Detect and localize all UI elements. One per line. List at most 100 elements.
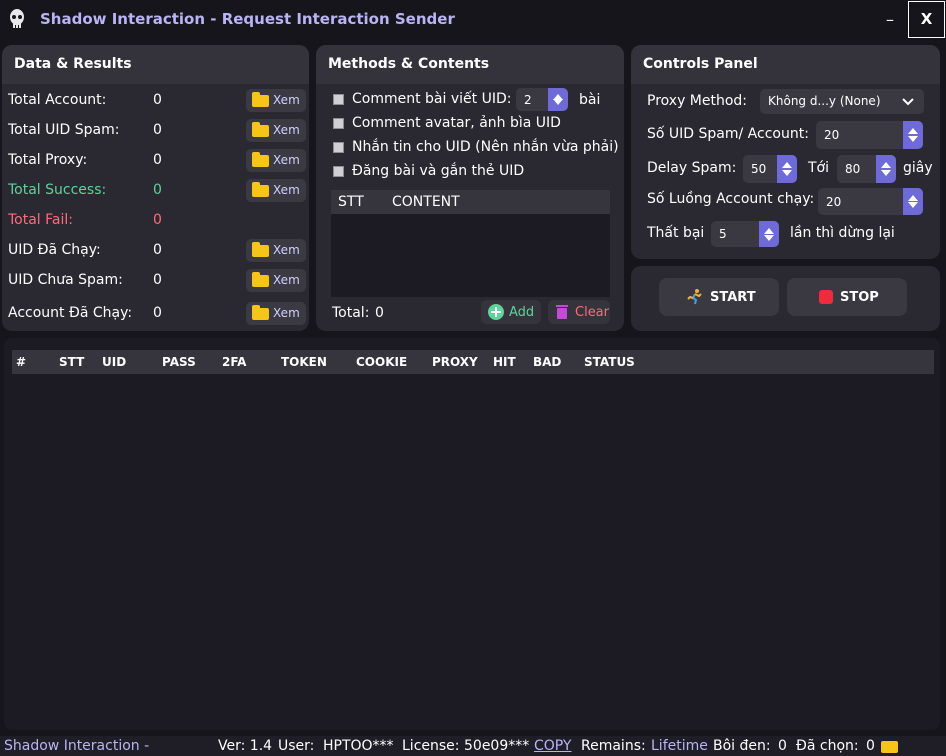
grid-col-stt[interactable]: STT <box>59 355 84 369</box>
view-uid-da-chay-button[interactable]: Xem <box>246 239 306 262</box>
post-unit-label: bài <box>579 92 601 108</box>
grid-col-uid[interactable]: UID <box>102 355 126 369</box>
delay-to-value: 80 <box>845 162 861 176</box>
folder-icon[interactable] <box>881 741 898 753</box>
grid-col-proxy[interactable]: PROXY <box>432 355 478 369</box>
status-selected-label: Đã chọn: <box>796 738 859 754</box>
start-label: START <box>710 290 756 305</box>
view-total-account-button[interactable]: Xem <box>246 89 306 112</box>
stat-label: Account Đã Chạy: <box>8 305 133 321</box>
threads-value: 20 <box>826 194 842 209</box>
message-uid-checkbox[interactable] <box>333 142 344 153</box>
grid-col-2fa[interactable]: 2FA <box>222 355 246 369</box>
view-label: Xem <box>273 243 300 257</box>
grid-col-pass[interactable]: PASS <box>162 355 196 369</box>
threads-stepper[interactable]: 20 <box>818 188 923 215</box>
status-user-label: User: <box>278 738 315 754</box>
fail-label: Thất bại <box>647 225 705 241</box>
grid-header: # STT UID PASS 2FA TOKEN COOKIE PROXY HI… <box>12 350 934 374</box>
status-user-value: HPTOO*** <box>323 738 394 754</box>
delay-to-stepper[interactable]: 80 <box>837 155 896 183</box>
grid-col-bad[interactable]: BAD <box>533 355 561 369</box>
comment-avatar-checkbox[interactable] <box>333 118 344 129</box>
post-count-value: 2 <box>524 92 532 107</box>
stepper-arrows[interactable] <box>759 221 779 247</box>
add-content-button[interactable]: Add <box>481 300 541 324</box>
content-col-content: CONTENT <box>392 194 460 210</box>
stat-value: 0 <box>153 305 162 321</box>
proxy-method-select[interactable]: Không d...y (None) <box>760 89 924 114</box>
post-count-stepper[interactable]: 2 <box>516 88 568 111</box>
post-tag-label: Đăng bài và gắn thẻ UID <box>352 163 525 179</box>
post-tag-checkbox[interactable] <box>333 166 344 177</box>
status-bar: Shadow Interaction - Ver: 1.4 User: HPTO… <box>0 736 946 756</box>
folder-icon <box>252 272 269 287</box>
grid-col-hit[interactable]: HIT <box>493 355 516 369</box>
data-results-title: Data & Results <box>2 45 309 84</box>
folder-icon <box>252 92 269 107</box>
uid-per-account-stepper[interactable]: 20 <box>816 121 923 149</box>
skull-icon <box>10 9 24 28</box>
chevron-up-icon <box>881 162 891 168</box>
chevron-up-icon <box>782 162 792 168</box>
start-button[interactable]: START <box>659 278 779 316</box>
chevron-down-icon <box>782 170 792 176</box>
stepper-arrows[interactable] <box>548 88 568 111</box>
content-table[interactable]: STT CONTENT <box>331 190 610 297</box>
folder-icon <box>252 122 269 137</box>
delay-to-label: Tới <box>808 160 830 176</box>
stat-value: 0 <box>153 272 162 288</box>
minimize-button[interactable]: – <box>876 6 904 34</box>
status-version: Ver: 1.4 <box>218 738 273 754</box>
view-uid-chua-spam-button[interactable]: Xem <box>246 269 306 292</box>
clear-label: Clear <box>575 305 609 320</box>
view-total-proxy-button[interactable]: Xem <box>246 149 306 172</box>
close-button[interactable]: X <box>908 1 945 38</box>
view-total-success-button[interactable]: Xem <box>246 179 306 202</box>
status-app-name: Shadow Interaction - <box>4 738 150 754</box>
stepper-arrows[interactable] <box>876 155 896 183</box>
message-uid-label: Nhắn tin cho UID (Nên nhắn vừa phải) <box>352 139 619 155</box>
content-col-stt: STT <box>338 194 364 210</box>
delay-from-stepper[interactable]: 50 <box>743 155 797 183</box>
comment-post-checkbox[interactable] <box>333 94 344 105</box>
grid-col-cookie[interactable]: COOKIE <box>356 355 407 369</box>
delay-unit-label: giây <box>903 160 933 176</box>
proxy-method-label: Proxy Method: <box>647 93 748 109</box>
view-label: Xem <box>273 183 300 197</box>
folder-icon <box>252 305 269 320</box>
title-bar: Shadow Interaction - Request Interaction… <box>0 0 946 40</box>
copy-license-link[interactable]: COPY <box>534 738 571 754</box>
stepper-arrows[interactable] <box>903 188 923 215</box>
status-remains-label: Remains: <box>581 738 646 754</box>
view-account-da-chay-button[interactable]: Xem <box>246 302 306 325</box>
clear-content-button[interactable]: Clear <box>548 300 610 324</box>
delay-label: Delay Spam: <box>647 160 737 176</box>
folder-icon <box>252 152 269 167</box>
accounts-grid[interactable]: # STT UID PASS 2FA TOKEN COOKIE PROXY HI… <box>4 338 940 730</box>
grid-col-index[interactable]: # <box>16 355 26 369</box>
chevron-up-icon <box>764 227 774 234</box>
content-table-header: STT CONTENT <box>331 190 610 214</box>
view-label: Xem <box>273 93 300 107</box>
status-blacklist-value: 0 <box>778 738 787 754</box>
stop-button[interactable]: STOP <box>787 278 907 316</box>
stepper-arrows[interactable] <box>903 121 923 149</box>
stepper-arrows[interactable] <box>777 155 797 183</box>
stat-value: 0 <box>153 92 162 108</box>
uid-per-account-label: Số UID Spam/ Account: <box>647 126 809 142</box>
fail-limit-value: 5 <box>719 227 727 241</box>
content-total-label: Total: <box>332 305 370 321</box>
view-total-uid-spam-button[interactable]: Xem <box>246 119 306 142</box>
folder-icon <box>252 182 269 197</box>
view-label: Xem <box>273 153 300 167</box>
chevron-down-icon <box>908 202 918 209</box>
stat-value: 0 <box>153 122 162 138</box>
proxy-method-value: Không d...y (None) <box>768 94 881 108</box>
fail-limit-stepper[interactable]: 5 <box>711 221 779 247</box>
chevron-down-icon <box>764 234 774 241</box>
grid-col-status[interactable]: STATUS <box>584 355 635 369</box>
stat-value: 0 <box>153 242 162 258</box>
grid-col-token[interactable]: TOKEN <box>281 355 327 369</box>
fail-suffix-label: lần thì dừng lại <box>790 225 895 241</box>
